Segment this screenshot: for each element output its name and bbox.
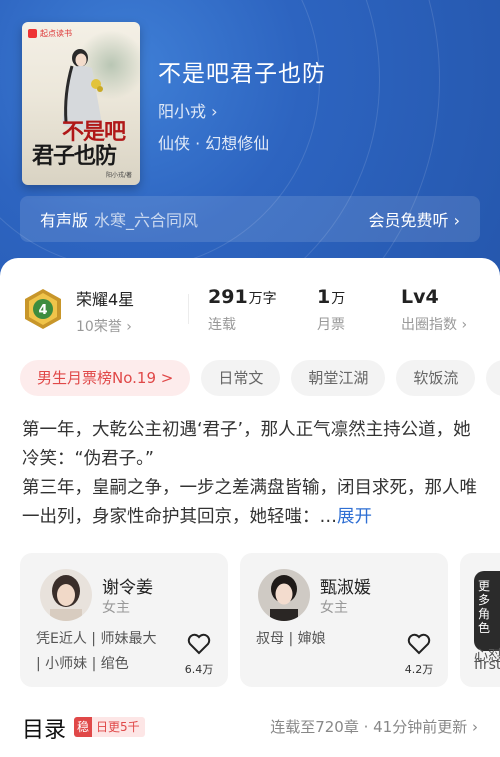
character-role: 女主 [102, 600, 130, 616]
character-role: 女主 [320, 600, 348, 616]
cover-title-line2: 君子也防 [32, 143, 117, 169]
book-detail-card: 4 荣耀4星 10荣誉 › 291万字 连载 1万 月票 Lv4 出圈指数 › … [0, 258, 500, 757]
avatar [258, 569, 310, 621]
character-name: 甄淑媛 [320, 578, 371, 598]
honor-label: 10荣誉 › [76, 319, 132, 335]
book-cover[interactable]: 起点读书 不是吧 君子也防 阳小戎/著 [22, 22, 140, 185]
genre-label[interactable]: 仙侠 · 幻想修仙 [158, 130, 269, 154]
toc-heading: 目录 [22, 718, 67, 743]
tag-chip[interactable]: 日常文 [201, 360, 281, 396]
book-header: 起点读书 不是吧 君子也防 阳小戎/著 不是吧君子也防 阳小戎 › 仙侠 · 幻… [0, 0, 500, 290]
avatar [40, 569, 92, 621]
influence-label: 出圈指数 › [401, 317, 468, 333]
honor-badge-icon: 4 [25, 289, 61, 329]
table-of-contents-header[interactable]: 目录 稳日更5千 连载至720章 · 41分钟前更新 › [0, 708, 500, 748]
chevron-right-icon: › [211, 102, 218, 121]
character-desc: 凭E近人 | 师妹最大 | 小师妹 | 绾色 [36, 631, 157, 672]
cover-title-line1: 不是吧 [62, 119, 126, 145]
honor-value: 荣耀4星 [76, 290, 135, 309]
ticket-value: 1万 [317, 286, 346, 308]
audio-tag: 有声版 [40, 211, 89, 230]
stats-row: 4 荣耀4星 10荣誉 › 291万字 连载 1万 月票 Lv4 出圈指数 › [0, 286, 500, 336]
tag-chip[interactable]: 软饭流 [396, 360, 476, 396]
cover-title: 不是吧 君子也防 [32, 119, 126, 169]
influence-stat[interactable]: Lv4 出圈指数 › [401, 286, 467, 334]
synopsis[interactable]: 第一年，大乾公主初遇‘君子’，那人正气凛然主持公道，她冷笑：“伪君子。” 第三年… [22, 416, 478, 532]
character-name: 谢令姜 [102, 578, 153, 598]
like-button[interactable]: 6.4万 [184, 633, 214, 677]
more-characters-thumb: 更多角色 [474, 571, 500, 651]
words-stat: 291万字 连载 [208, 286, 277, 334]
honor-stat[interactable]: 荣耀4星 10荣誉 › [76, 286, 134, 336]
character-card[interactable]: 谢令姜 女主 凭E近人 | 师妹最大 | 小师妹 | 绾色 6.4万 [20, 553, 228, 687]
tag-list: 男生月票榜No.19 > 日常文朝堂江湖软饭流... [20, 360, 500, 396]
expand-link[interactable]: 展开 [337, 507, 372, 527]
words-label: 连载 [208, 317, 236, 333]
audio-version-bar[interactable]: 有声版 水寒_六合同风 会员免费听 › [20, 196, 480, 242]
words-value: 291万字 [208, 286, 277, 308]
heart-icon [187, 633, 211, 655]
audio-free-listen-button[interactable]: 会员免费听 › [368, 207, 460, 231]
heart-icon [407, 633, 431, 655]
tag-chip[interactable]: 朝堂江湖 [291, 360, 386, 396]
update-badge: 稳日更5千 [74, 717, 145, 737]
audio-narrator: 水寒_六合同风 [94, 211, 199, 230]
influence-value: Lv4 [401, 286, 439, 308]
book-title: 不是吧君子也防 [158, 61, 326, 87]
character-desc: 叔母 | 婶娘 [256, 631, 326, 647]
brand-icon [28, 29, 37, 38]
character-card[interactable]: 甄淑媛 女主 叔母 | 婶娘 4.2万 [240, 553, 448, 687]
like-button[interactable]: 4.2万 [404, 633, 434, 677]
chevron-right-icon: › [453, 211, 460, 230]
synopsis-text: 第一年，大乾公主初遇‘君子’，那人正气凛然主持公道，她冷笑：“伪君子。” 第三年… [22, 420, 477, 527]
cover-brand: 起点读书 [28, 28, 72, 39]
tag-chip[interactable]: ... [486, 360, 500, 396]
author-link[interactable]: 阳小戎 › [158, 98, 218, 122]
divider [188, 294, 189, 324]
character-list: 谢令姜 女主 凭E近人 | 师妹最大 | 小师妹 | 绾色 6.4万 甄淑媛 女… [20, 553, 500, 689]
toc-status: 连载至720章 · 41分钟前更新 › [270, 718, 478, 736]
cover-author: 阳小戎/著 [105, 172, 132, 179]
more-characters-card[interactable]: 更多角色 心怼 first [460, 553, 500, 687]
tag-chip-ranking[interactable]: 男生月票榜No.19 > [20, 360, 191, 396]
svg-text:4: 4 [38, 303, 47, 318]
ticket-label: 月票 [317, 317, 345, 333]
monthly-ticket-stat[interactable]: 1万 月票 [317, 286, 345, 334]
